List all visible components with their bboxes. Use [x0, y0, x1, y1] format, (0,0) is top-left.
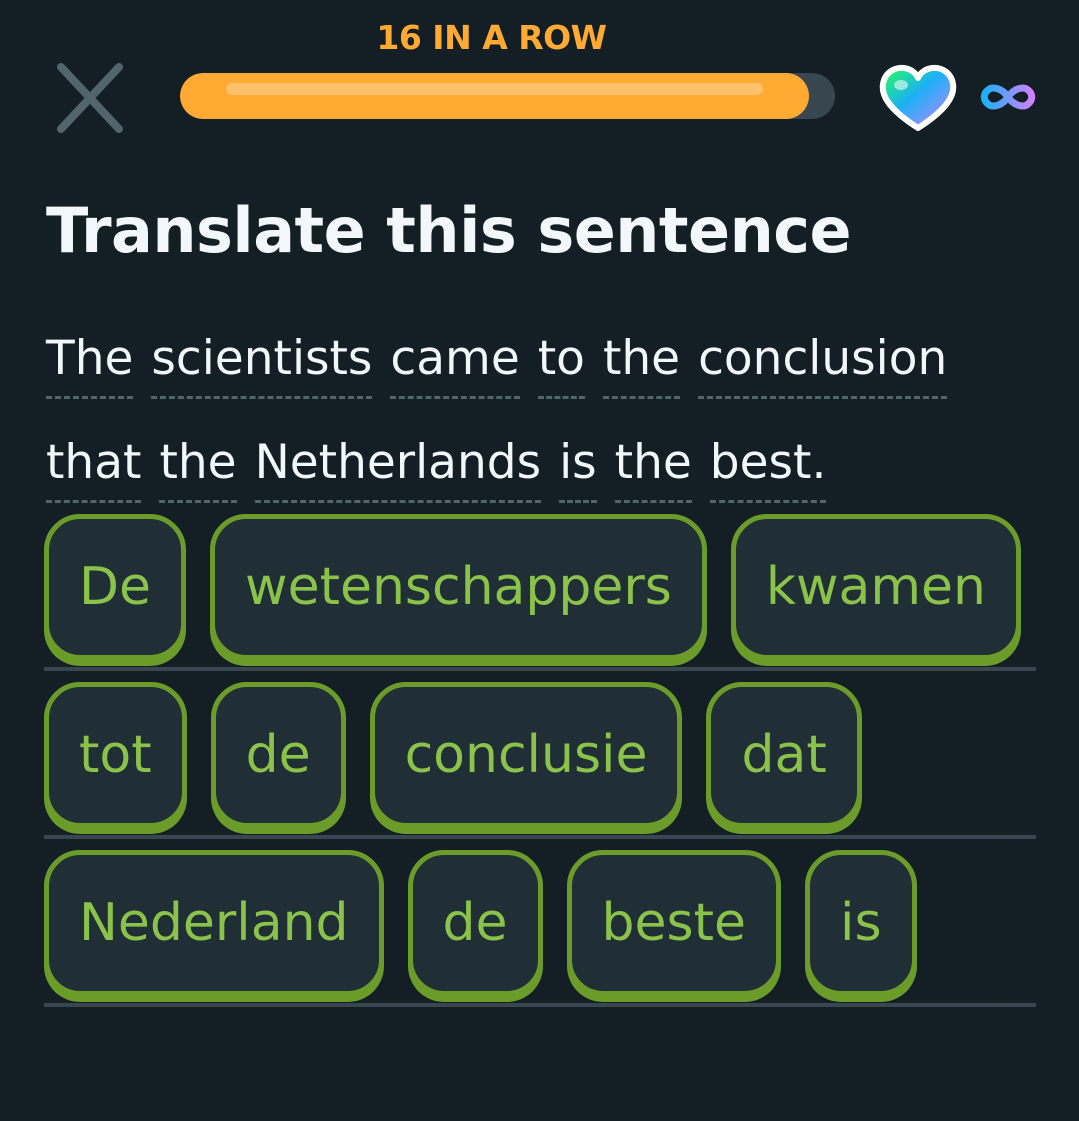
super-heart-icon[interactable]	[878, 64, 958, 132]
prompt-word[interactable]: to	[537, 322, 585, 399]
row-divider	[44, 835, 1036, 839]
progress-fill	[180, 73, 809, 119]
close-button[interactable]	[52, 62, 128, 134]
word-tile[interactable]: beste	[566, 850, 782, 996]
word-tile[interactable]: kwamen	[730, 514, 1022, 660]
close-icon	[57, 63, 123, 133]
word-tile[interactable]: conclusie	[369, 682, 683, 828]
word-tile[interactable]: is	[805, 850, 917, 996]
prompt-sentence: The scientists came to the conclusion th…	[46, 322, 1046, 530]
row-divider	[44, 1003, 1036, 1007]
prompt-word[interactable]: best.	[709, 426, 827, 503]
answer-row: tot de conclusie dat	[44, 682, 1036, 850]
prompt-word[interactable]: conclusion	[698, 322, 948, 399]
lesson-screen: 16 IN A ROW Translate this sentence The …	[0, 0, 1079, 1121]
row-divider	[44, 667, 1036, 671]
prompt-word[interactable]: scientists	[151, 322, 373, 399]
prompt-word[interactable]: is	[559, 426, 597, 503]
word-tile[interactable]: De	[44, 514, 187, 660]
infinity-icon	[980, 84, 1036, 110]
prompt-line: The scientists came to the conclusion	[46, 322, 1046, 426]
word-tile[interactable]: de	[210, 682, 346, 828]
prompt-word[interactable]: came	[390, 322, 520, 399]
streak-label: 16 IN A ROW	[376, 18, 607, 57]
challenge-title: Translate this sentence	[46, 194, 852, 267]
prompt-word[interactable]: the	[602, 322, 681, 399]
prompt-word[interactable]: the	[159, 426, 237, 503]
prompt-word[interactable]: that	[46, 426, 142, 503]
word-tile[interactable]: dat	[706, 682, 862, 828]
answer-area: De wetenschappers kwamen tot de conclusi…	[44, 514, 1036, 1018]
answer-row: Nederland de beste is	[44, 850, 1036, 1018]
prompt-word[interactable]: the	[614, 426, 692, 503]
word-tile[interactable]: tot	[44, 682, 187, 828]
prompt-word[interactable]: Netherlands	[254, 426, 542, 503]
word-tile[interactable]: wetenschappers	[210, 514, 707, 660]
progress-bar	[180, 73, 835, 119]
progress-shine	[226, 83, 763, 95]
word-tile[interactable]: Nederland	[44, 850, 384, 996]
answer-row: De wetenschappers kwamen	[44, 514, 1036, 682]
prompt-word[interactable]: The	[46, 322, 134, 399]
word-tile[interactable]: de	[407, 850, 543, 996]
